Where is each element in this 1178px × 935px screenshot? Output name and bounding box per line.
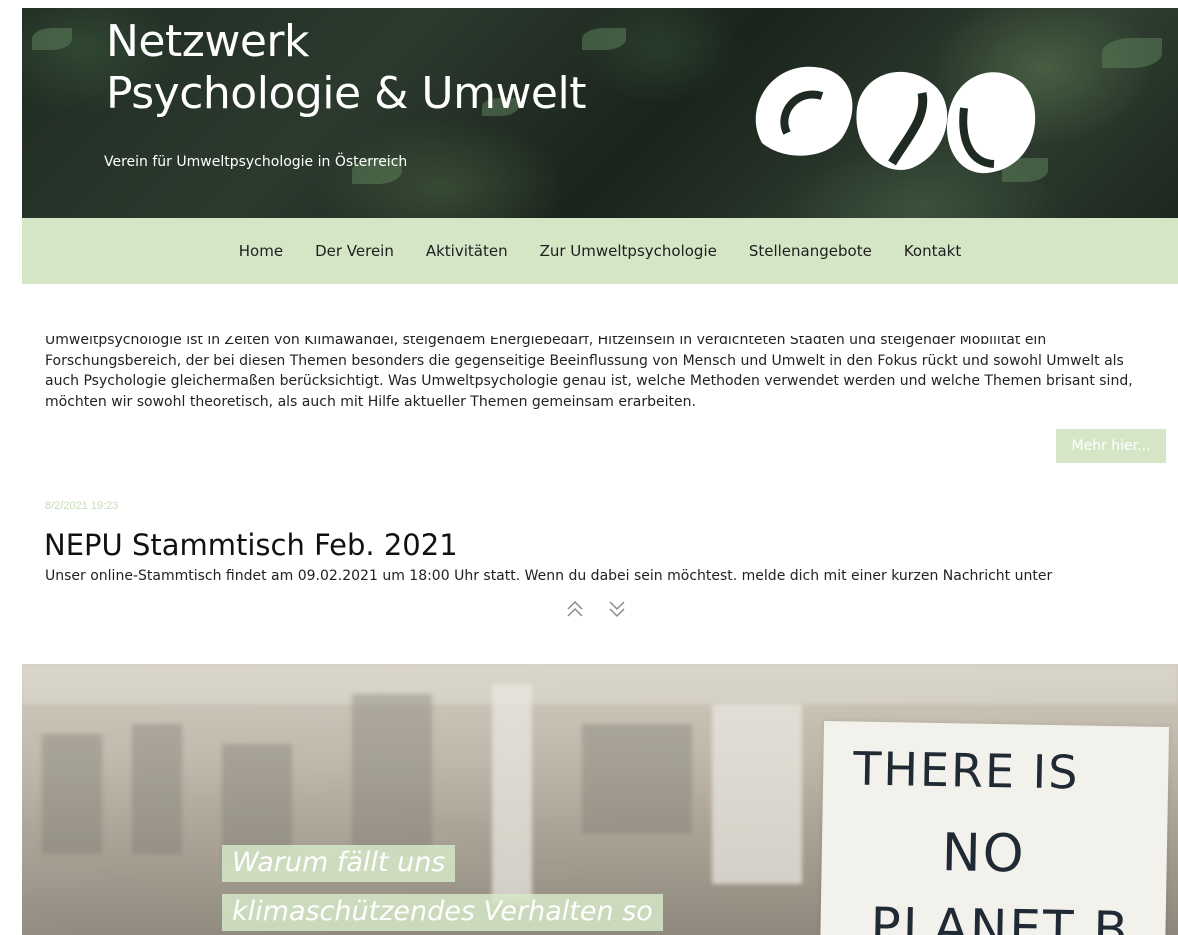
post-date: 8/2/2021 19:23 — [45, 500, 119, 512]
site-title-line2: Psychologie & Umwelt — [106, 68, 586, 119]
main-nav: Home Der Verein Aktivitäten Zur Umweltps… — [22, 218, 1178, 284]
nav-item-zur-umweltpsychologie[interactable]: Zur Umweltpsychologie — [524, 242, 733, 260]
nav-item-kontakt[interactable]: Kontakt — [888, 242, 977, 260]
nav-item-home[interactable]: Home — [223, 242, 299, 260]
foliage-decoration — [582, 28, 626, 50]
foliage-decoration — [1102, 38, 1162, 68]
foliage-decoration — [32, 28, 72, 50]
nav-item-stellenangebote[interactable]: Stellenangebote — [733, 242, 888, 260]
site-subtitle: Verein für Umweltpsychologie in Österrei… — [104, 154, 408, 170]
site-title-line1: Netzwerk — [106, 16, 309, 67]
sign-line2: NO — [941, 823, 1027, 885]
nav-item-aktivitaeten[interactable]: Aktivitäten — [410, 242, 524, 260]
background-building — [712, 704, 802, 884]
more-button[interactable]: Mehr hier... — [1056, 429, 1166, 463]
protest-sign: THERE IS NO PLANET B — [819, 721, 1170, 935]
banner-caption-line2: klimaschützendes Verhalten so — [222, 894, 663, 931]
site-header: Netzwerk Psychologie & Umwelt Verein für… — [22, 8, 1178, 218]
background-window — [42, 734, 102, 854]
nepu-logo-icon[interactable] — [732, 48, 1042, 188]
sign-line3: PLANET B — [870, 896, 1131, 935]
background-building — [22, 664, 1178, 704]
feature-banner[interactable]: THERE IS NO PLANET B Warum fällt uns kli… — [22, 664, 1178, 935]
scroll-clip — [0, 330, 1178, 336]
intro-paragraph: Umweltpsychologie ist in Zeiten von Klim… — [45, 332, 1133, 410]
site-title[interactable]: Netzwerk Psychologie & Umwelt — [106, 16, 586, 120]
background-window — [582, 724, 692, 834]
post-title[interactable]: NEPU Stammtisch Feb. 2021 — [44, 528, 458, 562]
double-chevron-up-icon[interactable] — [565, 598, 585, 620]
background-window — [352, 694, 432, 854]
nav-item-der-verein[interactable]: Der Verein — [299, 242, 410, 260]
post-pager — [565, 598, 627, 620]
background-window — [132, 724, 182, 854]
double-chevron-down-icon[interactable] — [607, 598, 627, 620]
post-excerpt: Unser online-Stammtisch findet am 09.02.… — [45, 568, 1053, 584]
sign-line1: THERE IS — [852, 741, 1080, 800]
background-pillar — [492, 684, 532, 904]
banner-caption-line1: Warum fällt uns — [222, 845, 456, 882]
